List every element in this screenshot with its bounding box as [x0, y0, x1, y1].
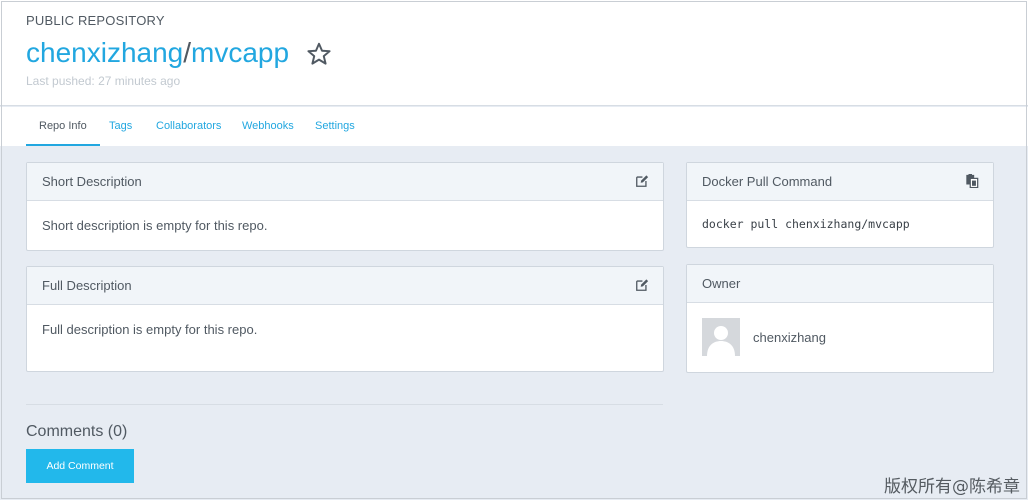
tab-collaborators[interactable]: Collaborators [156, 107, 221, 146]
tab-settings[interactable]: Settings [315, 107, 355, 146]
repo-title-separator: / [183, 37, 192, 68]
full-description-header: Full Description [27, 267, 663, 305]
docker-pull-panel: Docker Pull Command docker pull chenxizh… [686, 162, 994, 248]
docker-pull-title: Docker Pull Command [702, 174, 833, 189]
avatar[interactable] [702, 318, 740, 356]
avatar-placeholder-icon [702, 318, 740, 356]
owner-body: chenxizhang [687, 303, 993, 356]
comments-title: Comments (0) [26, 423, 128, 440]
watermark: 版权所有@陈希章 [884, 477, 1020, 497]
comments-divider [26, 404, 663, 405]
repo-owner-link[interactable]: chenxizhang [26, 37, 183, 68]
short-description-panel: Short Description Short description is e… [26, 162, 664, 251]
tab-webhooks[interactable]: Webhooks [242, 107, 294, 146]
full-description-panel: Full Description Full description is emp… [26, 266, 664, 372]
star-icon[interactable] [306, 41, 332, 67]
repo-name-link[interactable]: mvcapp [191, 37, 289, 68]
clipboard-icon[interactable] [965, 174, 979, 188]
owner-header: Owner [687, 265, 993, 303]
last-pushed: Last pushed: 27 minutes ago [26, 74, 180, 88]
tab-bar: Repo Info Tags Collaborators Webhooks Se… [0, 107, 1028, 146]
repo-title: chenxizhang/mvcapp [26, 36, 289, 70]
last-pushed-label: Last pushed: [26, 74, 95, 88]
short-description-title: Short Description [42, 174, 142, 189]
full-description-title: Full Description [42, 278, 132, 293]
repo-type-label: PUBLIC REPOSITORY [26, 13, 165, 28]
docker-pull-header: Docker Pull Command [687, 163, 993, 201]
tab-repo-info[interactable]: Repo Info [26, 107, 100, 146]
owner-panel: Owner chenxizhang [686, 264, 994, 373]
full-description-body: Full description is empty for this repo. [42, 322, 258, 337]
docker-pull-command[interactable]: docker pull chenxizhang/mvcapp [687, 201, 993, 231]
owner-username[interactable]: chenxizhang [753, 330, 826, 345]
edit-icon[interactable] [635, 174, 649, 188]
short-description-header: Short Description [27, 163, 663, 201]
last-pushed-value: 27 minutes ago [98, 74, 181, 88]
owner-title: Owner [702, 276, 741, 291]
edit-icon[interactable] [635, 278, 649, 292]
short-description-body: Short description is empty for this repo… [42, 218, 268, 233]
repo-header: PUBLIC REPOSITORY chenxizhang/mvcapp Las… [0, 0, 1028, 106]
tab-tags[interactable]: Tags [109, 107, 132, 146]
add-comment-button[interactable]: Add Comment [26, 449, 134, 483]
